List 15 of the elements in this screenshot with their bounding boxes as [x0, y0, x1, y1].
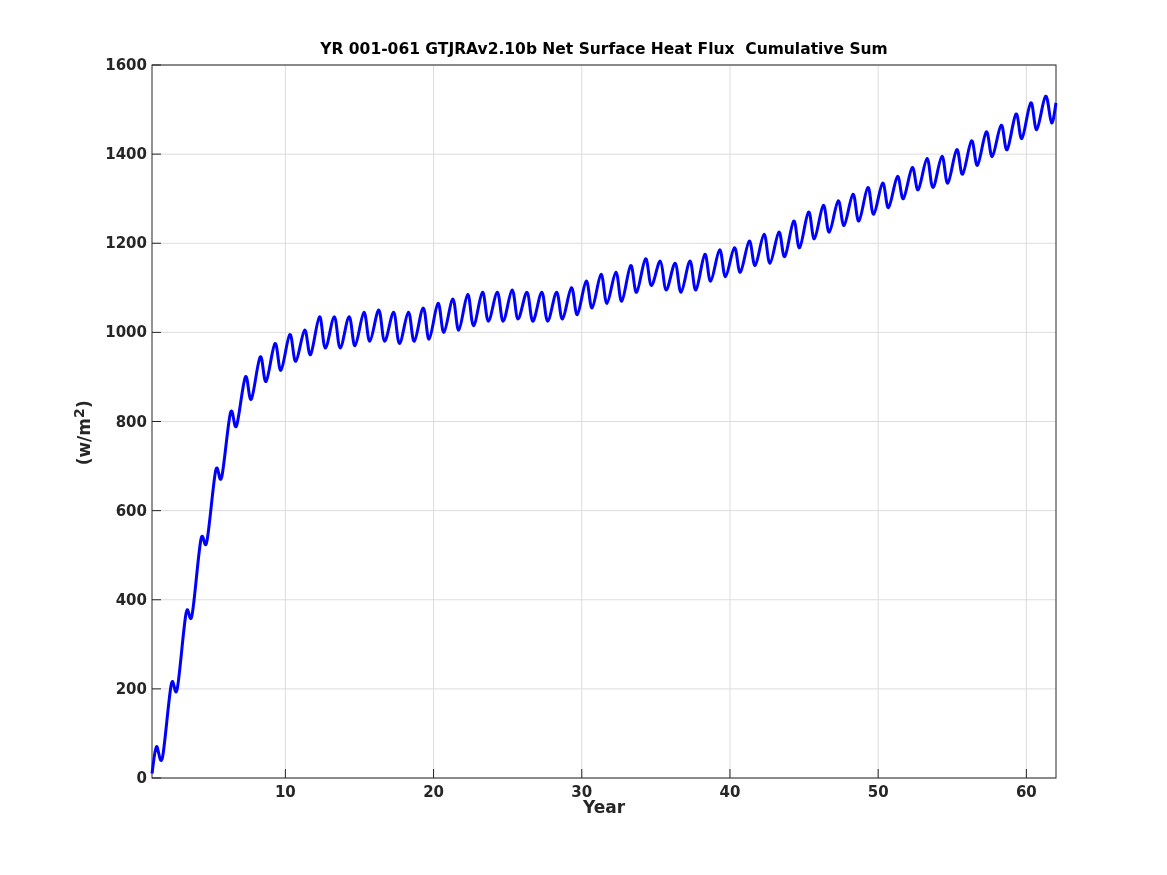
x-tick-label: 10 — [274, 783, 296, 801]
y-tick-label: 0 — [136, 769, 147, 787]
x-tick-label: 40 — [719, 783, 741, 801]
y-tick-label: 1000 — [105, 323, 147, 342]
y-tick-label: 1400 — [105, 145, 147, 164]
x-tick-label: 20 — [423, 783, 444, 801]
y-tick-label: 400 — [115, 590, 147, 609]
y-tick-label: 200 — [115, 679, 147, 698]
x-tick-label: 60 — [1015, 783, 1037, 801]
chart-title: YR 001-061 GTJRAv2.10b Net Surface Heat Flux Cumulative Sum — [320, 40, 888, 58]
y-tick-label: 1200 — [105, 234, 147, 253]
y-tick-label: 1600 — [105, 56, 147, 74]
y-tick-label: 800 — [115, 412, 147, 431]
y-tick-label: 600 — [115, 501, 147, 520]
x-tick-label: 50 — [867, 783, 889, 801]
